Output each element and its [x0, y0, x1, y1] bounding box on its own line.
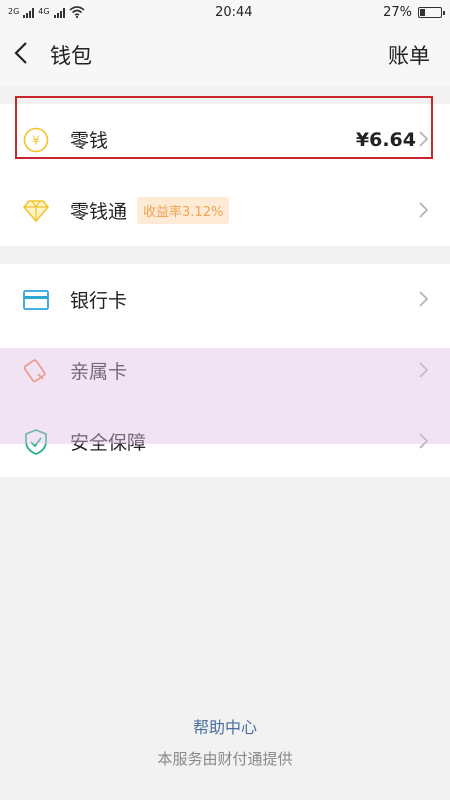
yield-badge: 收益率3.12%	[137, 197, 230, 224]
chevron-right-icon	[419, 430, 429, 454]
wallet-group: ¥ 零钱 ¥6.64 零钱通 收益率3.12%	[0, 104, 450, 246]
security-row[interactable]: 安全保障	[0, 406, 450, 477]
status-time: 20:44	[215, 4, 253, 20]
wifi-icon	[69, 6, 85, 18]
back-icon[interactable]	[14, 40, 44, 70]
family-card-label: 亲属卡	[70, 361, 128, 383]
bank-card-row[interactable]: 银行卡	[0, 264, 450, 335]
signal-2-icon	[53, 7, 65, 18]
battery-fill	[420, 8, 426, 16]
family-card-icon	[22, 357, 50, 385]
svg-text:¥: ¥	[32, 133, 40, 147]
bank-card-label: 银行卡	[70, 290, 128, 312]
diamond-icon	[22, 197, 50, 225]
status-right: 27%	[383, 4, 445, 20]
balance-label: 零钱	[70, 130, 109, 152]
balance-row[interactable]: ¥ 零钱 ¥6.64	[0, 104, 450, 175]
chevron-right-icon	[419, 128, 429, 152]
status-left: 2G 4G	[8, 6, 85, 18]
nav-bar: 钱包 账单	[0, 24, 450, 86]
status-bar: 2G 4G 20:44 27%	[0, 0, 450, 24]
bill-button[interactable]: 账单	[388, 40, 430, 70]
chevron-right-icon	[419, 359, 429, 383]
balance-value: ¥6.64	[355, 128, 416, 151]
lingqiantong-label: 零钱通	[70, 201, 128, 223]
chevron-right-icon	[419, 288, 429, 312]
lingqiantong-row[interactable]: 零钱通 收益率3.12%	[0, 175, 450, 246]
signal-1-icon	[23, 7, 35, 18]
cards-group: 银行卡 亲属卡 安全保障	[0, 264, 450, 477]
signal-2-label: 4G	[38, 7, 50, 16]
provider-note: 本服务由财付通提供	[157, 750, 293, 768]
security-label: 安全保障	[70, 432, 147, 454]
battery-icon	[418, 6, 445, 18]
coin-icon: ¥	[22, 126, 50, 154]
help-center-link[interactable]: 帮助中心	[0, 714, 450, 738]
shield-icon	[22, 428, 50, 456]
signal-1-label: 2G	[8, 7, 20, 16]
page-title: 钱包	[50, 44, 92, 68]
family-card-row[interactable]: 亲属卡	[0, 335, 450, 406]
card-icon	[22, 286, 50, 314]
battery-percent: 27%	[383, 4, 412, 20]
chevron-right-icon	[419, 199, 429, 223]
